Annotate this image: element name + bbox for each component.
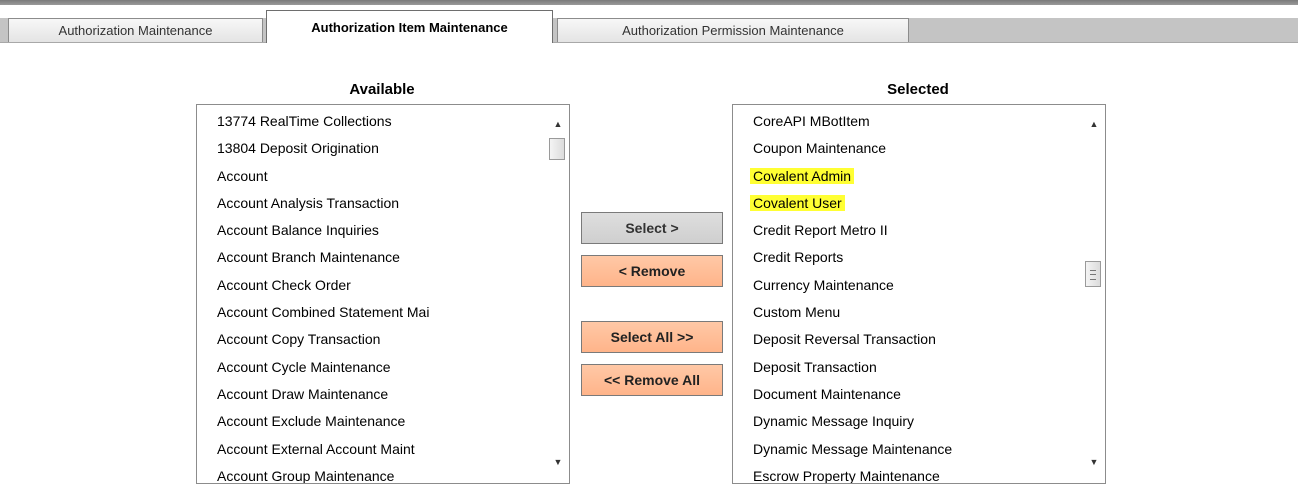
available-list-item[interactable]: Account Branch Maintenance: [217, 244, 547, 271]
selected-list-item[interactable]: Credit Report Metro II: [753, 217, 1083, 244]
selected-item-label: Custom Menu: [753, 304, 841, 321]
selected-list-item[interactable]: Document Maintenance: [753, 381, 1083, 408]
available-list-item[interactable]: Account Copy Transaction: [217, 326, 547, 353]
selected-item-label: CoreAPI MBotItem: [753, 113, 870, 129]
selected-list-item[interactable]: Custom Menu: [753, 299, 1083, 326]
available-list-item[interactable]: Account Exclude Maintenance: [217, 408, 547, 435]
available-list-item[interactable]: Account Group Maintenance: [217, 463, 547, 483]
tab-bar-top-strip: [0, 0, 1298, 5]
selected-heading: Selected: [887, 81, 949, 98]
scroll-down-arrow-icon[interactable]: ▼: [547, 453, 569, 471]
selected-item-label: Escrow Property Maintenance: [753, 467, 940, 484]
selected-list-item[interactable]: Coupon Maintenance: [753, 135, 1083, 162]
available-list-item[interactable]: 13804 Deposit Origination: [217, 135, 547, 162]
tab-authorization-permission-maintenance[interactable]: Authorization Permission Maintenance: [557, 18, 909, 42]
available-list-item[interactable]: Account Cycle Maintenance: [217, 354, 547, 381]
scroll-grip-icon: [1090, 270, 1096, 280]
highlighted-item-label: Covalent User: [750, 194, 845, 211]
available-listbox[interactable]: 13774 RealTime Collections 13804 Deposit …: [196, 104, 570, 484]
select-all-button[interactable]: Select All >>: [581, 321, 723, 353]
available-scroll-thumb[interactable]: [549, 138, 565, 160]
selected-item-label: Deposit Reversal Transaction: [753, 331, 936, 348]
selected-item-label: Dynamic Message Inquiry: [753, 413, 915, 430]
available-list-item[interactable]: Account Analysis Transaction: [217, 190, 547, 217]
selected-list-item[interactable]: Dynamic Message Maintenance: [753, 436, 1083, 463]
selected-item-label: Coupon Maintenance: [753, 140, 887, 157]
selected-list-item[interactable]: CoreAPI MBotItem: [753, 108, 1083, 135]
selected-list-item[interactable]: Credit Reports: [753, 244, 1083, 271]
selected-item-label: Dynamic Message Maintenance: [753, 440, 953, 457]
selected-list-item[interactable]: Currency Maintenance: [753, 272, 1083, 299]
available-list-item[interactable]: 13774 RealTime Collections: [217, 108, 547, 135]
scroll-up-arrow-icon[interactable]: ▲: [547, 115, 569, 133]
available-heading: Available: [349, 81, 415, 98]
available-list-item[interactable]: Account: [217, 163, 547, 190]
selected-scrollbar[interactable]: ▲ ▼: [1083, 105, 1105, 483]
scroll-down-arrow-icon[interactable]: ▼: [1083, 453, 1105, 471]
selected-list-item[interactable]: Covalent Admin: [750, 163, 1083, 190]
available-list-item[interactable]: Account Balance Inquiries: [217, 217, 547, 244]
available-scrollbar[interactable]: ▲ ▼: [547, 105, 569, 483]
tab-authorization-item-maintenance[interactable]: Authorization Item Maintenance: [266, 10, 553, 43]
selected-listbox[interactable]: CoreAPI MBotItem Coupon Maintenance Covale…: [732, 104, 1106, 484]
selected-item-label: Deposit Transaction: [753, 358, 877, 375]
selected-list-item[interactable]: Escrow Property Maintenance: [753, 463, 1083, 484]
selected-item-label: Credit Reports: [753, 249, 844, 266]
selected-list-item[interactable]: Deposit Transaction: [753, 354, 1083, 381]
remove-button[interactable]: < Remove: [581, 255, 723, 287]
selected-items: CoreAPI MBotItem Coupon Maintenance Covale…: [750, 108, 1083, 484]
available-list-item[interactable]: Account Check Order: [217, 272, 547, 299]
select-button[interactable]: Select >: [581, 212, 723, 244]
available-list-item[interactable]: Account Draw Maintenance: [217, 381, 547, 408]
selected-list-item[interactable]: Deposit Reversal Transaction: [753, 326, 1083, 353]
selected-item-label: Document Maintenance: [753, 385, 901, 402]
tab-bar: Authorization Maintenance Authorization …: [0, 0, 1298, 44]
selected-list-item[interactable]: Dynamic Message Inquiry: [753, 408, 1083, 435]
scroll-up-arrow-icon[interactable]: ▲: [1083, 115, 1105, 133]
selected-list-item[interactable]: Covalent User: [750, 190, 1083, 217]
available-list-item[interactable]: Account Combined Statement Mai: [217, 299, 547, 326]
selected-item-label: Currency Maintenance: [753, 276, 894, 293]
available-items: 13774 RealTime Collections 13804 Deposit …: [217, 108, 547, 483]
selected-scroll-thumb[interactable]: [1085, 261, 1101, 287]
selected-item-label: Credit Report Metro II: [753, 222, 888, 239]
available-list-item[interactable]: Account External Account Maint: [217, 436, 547, 463]
authorization-item-page: Authorization Maintenance Authorization …: [0, 0, 1298, 485]
tab-authorization-maintenance[interactable]: Authorization Maintenance: [8, 18, 263, 42]
highlighted-item-label: Covalent Admin: [750, 167, 855, 184]
remove-all-button[interactable]: << Remove All: [581, 364, 723, 396]
